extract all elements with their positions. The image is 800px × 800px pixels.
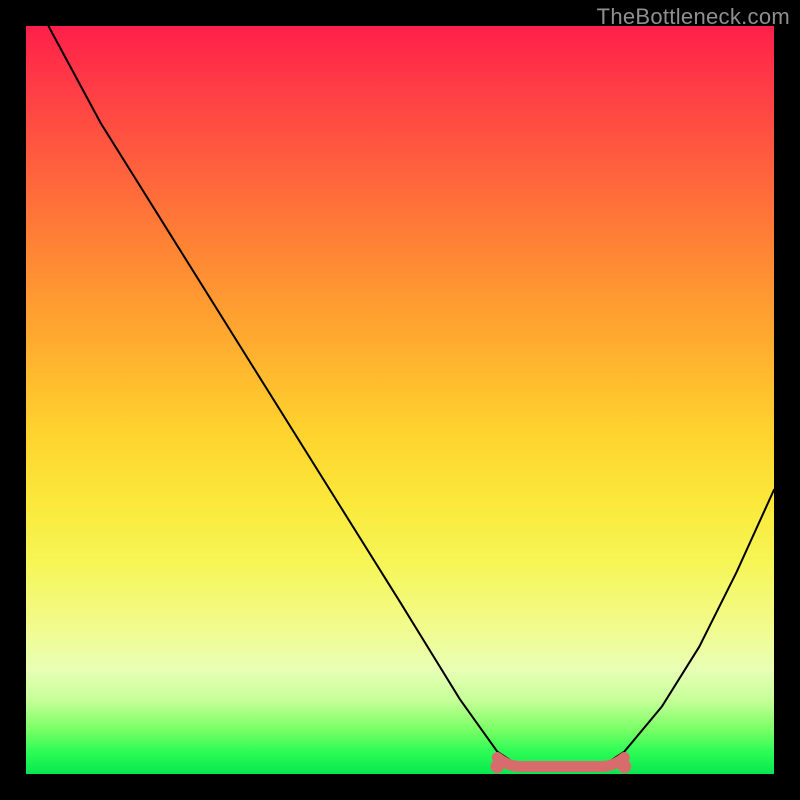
watermark-text: TheBottleneck.com	[597, 4, 790, 30]
bottleneck-curve	[48, 26, 774, 767]
sweet-spot-start-dot	[491, 760, 504, 773]
chart-svg	[26, 26, 774, 774]
sweet-spot-end-dot	[618, 760, 631, 773]
sweet-spot-segment	[497, 758, 624, 767]
bottleneck-chart	[26, 26, 774, 774]
